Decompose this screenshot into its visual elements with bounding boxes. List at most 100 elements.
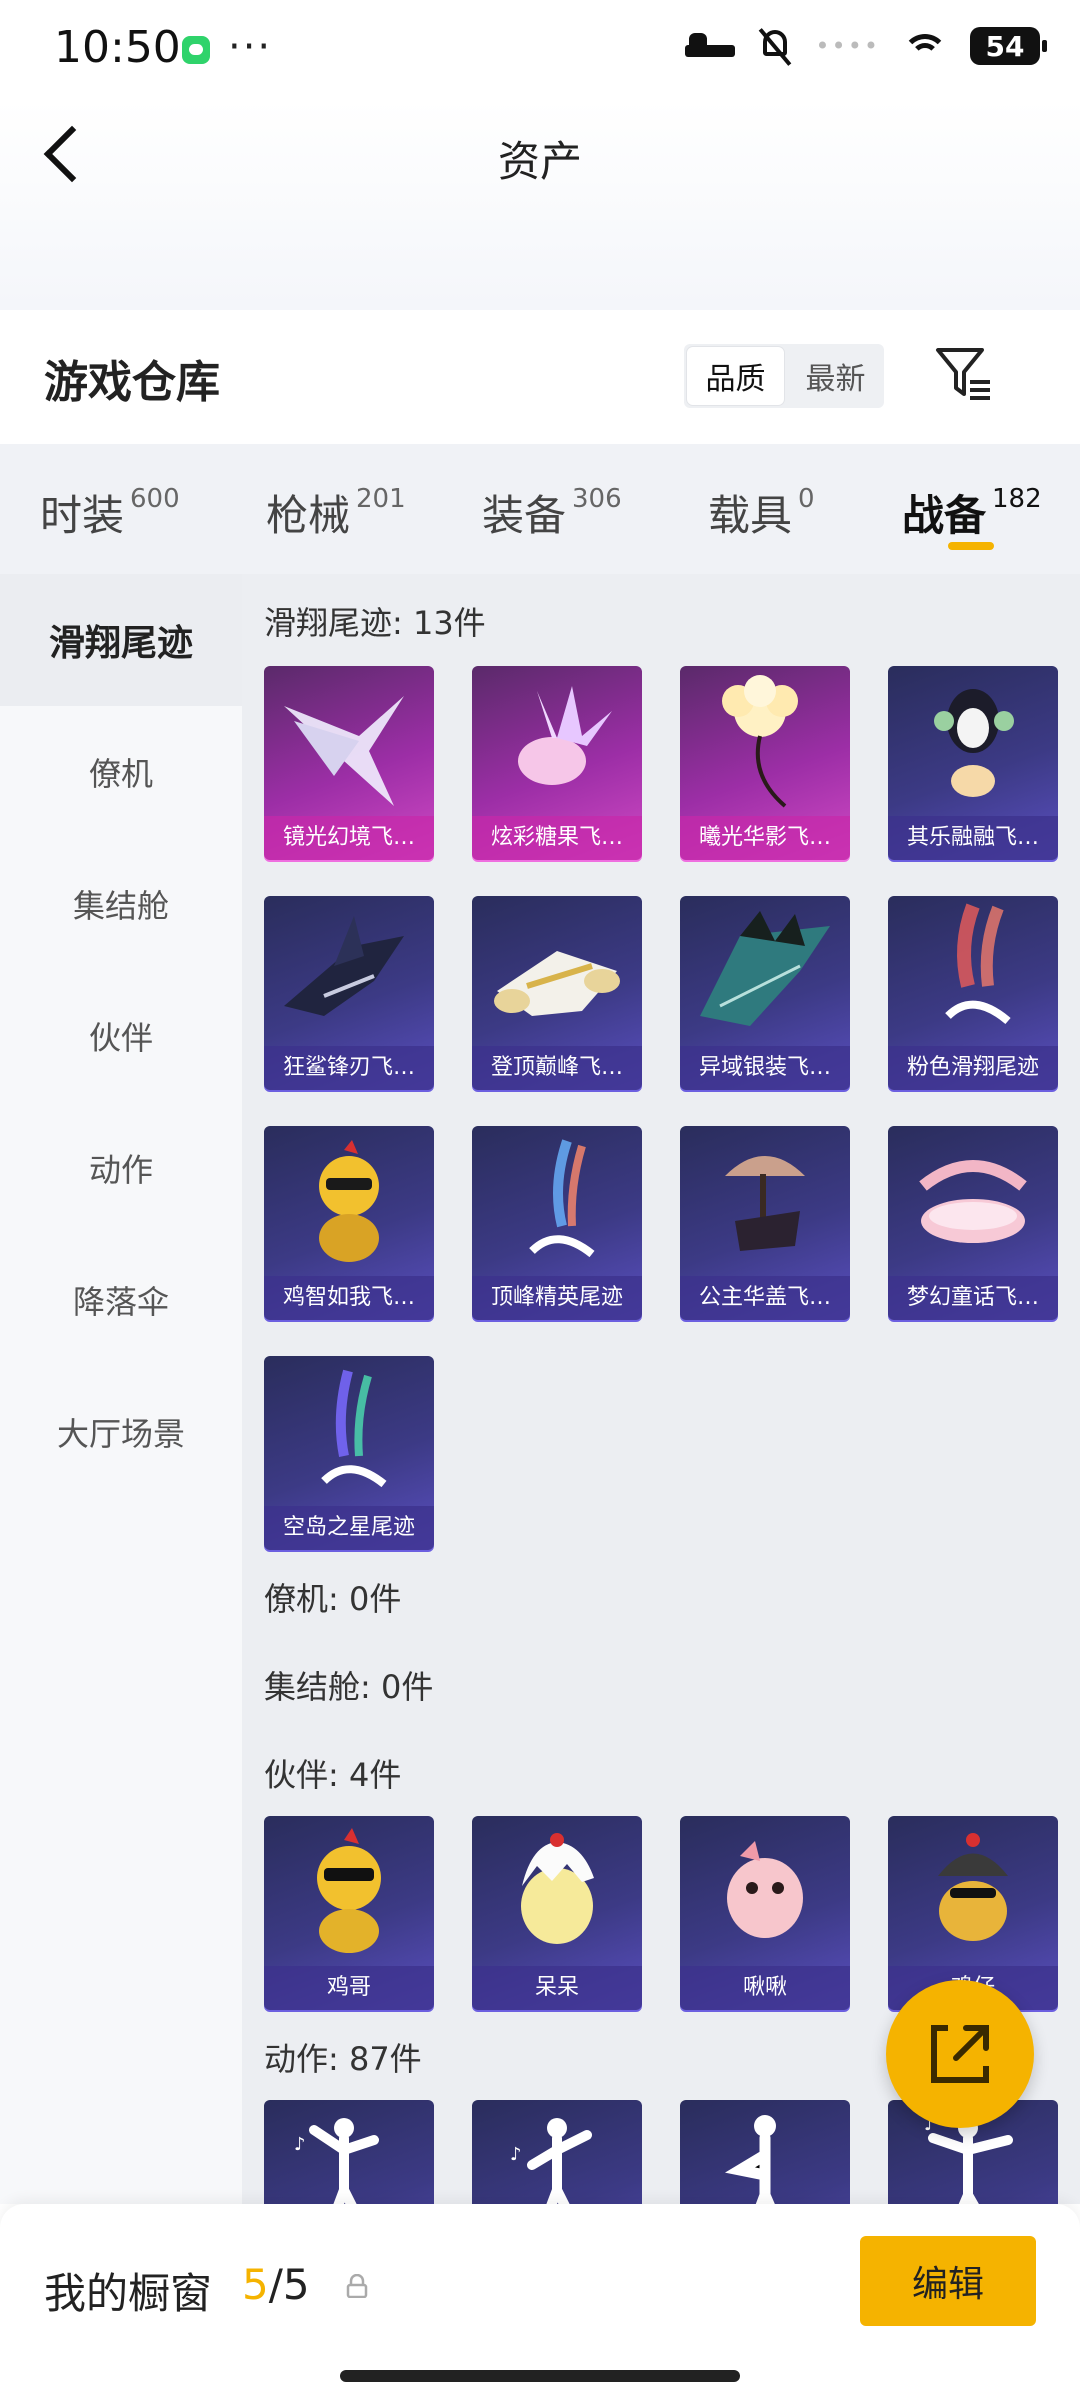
item-label: 异域银装飞… <box>680 1046 850 1090</box>
crystal-wings-icon <box>284 696 404 806</box>
item-card[interactable]: 炫彩糖果飞… <box>472 666 642 860</box>
sidebar-item-glide-trail[interactable]: 滑翔尾迹 <box>0 574 242 706</box>
tab-gear[interactable]: 战备 182 <box>902 482 1042 543</box>
sidebar-item-emote[interactable]: 动作 <box>0 1102 242 1234</box>
active-tab-indicator <box>948 542 994 550</box>
shark-glider-icon <box>284 916 404 1016</box>
item-label: 啾啾 <box>680 1966 850 2010</box>
item-card[interactable]: 曦光华影飞… <box>680 666 850 860</box>
candy-glider-icon <box>518 686 612 785</box>
more-notifications-icon: ··· <box>228 24 273 70</box>
penguin-glider-icon <box>934 689 1014 797</box>
item-card[interactable]: ♪ <box>264 2100 434 2204</box>
canopy-glider-icon <box>725 1156 805 1251</box>
sort-latest-button[interactable]: 最新 <box>787 344 884 408</box>
tab-label: 载具 <box>708 491 793 540</box>
item-label: 顶峰精英尾迹 <box>472 1276 642 1320</box>
item-card[interactable]: 鸡智如我飞… <box>264 1126 434 1320</box>
rainbow-trail-icon <box>529 1139 595 1258</box>
item-card[interactable]: 镜光幻境飞… <box>264 666 434 860</box>
tab-label: 战备 <box>902 491 987 540</box>
tab-count: 306 <box>572 484 622 514</box>
item-label: 呆呆 <box>472 1966 642 2010</box>
item-card[interactable]: 异域银装飞… <box>680 896 850 1090</box>
edit-button[interactable]: 编辑 <box>860 2236 1036 2326</box>
signal-icon: •••• <box>815 32 880 60</box>
chick-helmet-icon <box>938 1833 1008 1941</box>
tab-vehicles[interactable]: 载具 0 <box>708 482 815 543</box>
item-card[interactable]: ♪ <box>472 2100 642 2204</box>
showcase-count: 5/5 <box>242 2260 310 2309</box>
category-tabs: 时装 600 枪械 201 装备 306 载具 0 战备 182 <box>0 444 1080 574</box>
mute-icon <box>757 26 793 66</box>
item-card[interactable] <box>680 2100 850 2204</box>
filter-button[interactable] <box>934 344 994 404</box>
item-label: 镜光幻境飞… <box>264 816 434 860</box>
item-label: 曦光华影飞… <box>680 816 850 860</box>
chicken-glider-icon <box>319 1140 379 1262</box>
sidebar: 滑翔尾迹 僚机 集结舱 伙伴 动作 降落伞 大厅场景 <box>0 574 242 2204</box>
sky-star-trail-icon <box>321 1369 387 1488</box>
sleep-mode-icon <box>685 31 736 61</box>
pink-smoke-trail-icon <box>945 903 1011 1025</box>
item-label: 鸡智如我飞… <box>264 1276 434 1320</box>
item-card[interactable]: 登顶巅峰飞… <box>472 896 642 1090</box>
pink-bird-icon <box>727 1841 803 1938</box>
tab-guns[interactable]: 枪械 201 <box>266 482 406 543</box>
item-card[interactable]: 啾啾 <box>680 1816 850 2010</box>
silver-wings-icon <box>700 911 830 1026</box>
item-card[interactable]: 其乐融融飞… <box>888 666 1058 860</box>
sidebar-item-pod[interactable]: 集结舱 <box>0 838 242 970</box>
section-heading-wingman: 僚机: 0件 <box>264 1580 402 1618</box>
showcase-total: /5 <box>268 2260 310 2309</box>
item-card[interactable]: 呆呆 <box>472 1816 642 2010</box>
item-label: 其乐融融飞… <box>888 816 1058 860</box>
home-indicator[interactable] <box>340 2370 740 2382</box>
sidebar-item-wingman[interactable]: 僚机 <box>0 706 242 838</box>
chick-egg-icon <box>521 1833 594 1944</box>
wifi-icon <box>902 28 948 64</box>
tab-label: 时装 <box>40 491 125 540</box>
showcase-current: 5 <box>242 2260 269 2309</box>
item-card[interactable]: 空岛之星尾迹 <box>264 1356 434 1550</box>
item-label: 公主华盖飞… <box>680 1276 850 1320</box>
tab-fashion[interactable]: 时装 600 <box>40 482 180 543</box>
tab-label: 枪械 <box>266 491 351 540</box>
share-icon <box>931 2025 989 2083</box>
tab-label: 装备 <box>482 491 567 540</box>
item-card[interactable]: 狂鲨锋刃飞… <box>264 896 434 1090</box>
sort-quality-button[interactable]: 品质 <box>687 347 784 405</box>
golden-flower-icon <box>722 675 798 808</box>
warehouse-title: 游戏仓库 <box>44 357 220 408</box>
item-card[interactable]: 公主华盖飞… <box>680 1126 850 1320</box>
tab-count: 201 <box>356 484 406 514</box>
item-label: 空岛之星尾迹 <box>264 1506 434 1550</box>
tab-equipment[interactable]: 装备 306 <box>482 482 622 543</box>
tab-count: 600 <box>130 484 180 514</box>
section-heading-pod: 集结舱: 0件 <box>264 1668 434 1706</box>
item-card[interactable]: 顶峰精英尾迹 <box>472 1126 642 1320</box>
share-button[interactable] <box>886 1980 1034 2128</box>
dance-pose-icon: ♪ <box>510 2118 592 2204</box>
showcase-label: 我的橱窗 <box>44 2269 213 2318</box>
item-label: 粉色滑翔尾迹 <box>888 1046 1058 1090</box>
section-heading-glide: 滑翔尾迹: 13件 <box>264 604 486 642</box>
item-list: 滑翔尾迹: 13件 镜光幻境飞… 炫彩糖果飞… 曦光华影飞… 其乐融融飞… 狂鲨… <box>242 574 1080 2204</box>
svg-text:♪: ♪ <box>510 2144 522 2165</box>
item-card[interactable]: 鸡哥 <box>264 1816 434 2010</box>
item-card[interactable]: 粉色滑翔尾迹 <box>888 896 1058 1090</box>
sidebar-item-lobby[interactable]: 大厅场景 <box>0 1366 242 1498</box>
status-time: 10:50 <box>54 22 181 73</box>
wechat-icon <box>182 36 210 64</box>
item-label: 狂鲨锋刃飞… <box>264 1046 434 1090</box>
fairytale-bed-icon <box>919 1160 1027 1243</box>
chicken-sunglasses-icon <box>317 1828 381 1953</box>
filter-icon <box>936 348 990 400</box>
svg-text:♪: ♪ <box>294 2134 306 2155</box>
sidebar-item-partner[interactable]: 伙伴 <box>0 970 242 1102</box>
tab-count: 182 <box>992 484 1042 514</box>
section-heading-partner: 伙伴: 4件 <box>264 1756 402 1794</box>
item-card[interactable]: 梦幻童话飞… <box>888 1126 1058 1320</box>
jet-glider-icon <box>494 951 620 1016</box>
sidebar-item-parachute[interactable]: 降落伞 <box>0 1234 242 1366</box>
